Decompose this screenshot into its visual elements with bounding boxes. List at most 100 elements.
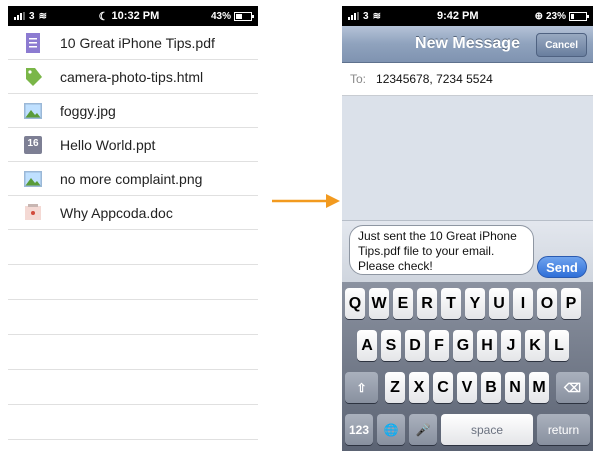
wifi-icon: ≋ (372, 10, 381, 22)
file-list-item[interactable]: Why Appcoda.doc (8, 196, 258, 230)
key-c[interactable]: C (433, 372, 453, 403)
keyboard-row-3: ⇧ ZXCVBNM ⌫ (345, 372, 593, 403)
key-t[interactable]: T (441, 288, 461, 319)
message-line: Please check! (358, 259, 433, 273)
space-key[interactable]: space (441, 414, 533, 445)
carrier-label: 3 (363, 10, 369, 22)
key-l[interactable]: L (549, 330, 569, 361)
signal-indicator: 3 ≋ (14, 11, 47, 22)
doc-file-icon (22, 202, 44, 224)
key-v[interactable]: V (457, 372, 477, 403)
new-message-screen: 3 ≋ 9:42 PM ⊕ 23% New Message Cancel To:… (342, 6, 593, 451)
letter-keys: ZXCVBNM (385, 372, 553, 403)
key-z[interactable]: Z (385, 372, 405, 403)
message-line: Tips.pdf file to your email. (358, 244, 495, 258)
message-line: Just sent the 10 Great iPhone (358, 229, 517, 243)
keyboard-row-1: QWERTYUIOP (345, 288, 585, 319)
key-j[interactable]: J (501, 330, 521, 361)
key-y[interactable]: Y (465, 288, 485, 319)
key-p[interactable]: P (561, 288, 581, 319)
file-list: 10 Great iPhone Tips.pdf camera-photo-tip… (8, 26, 258, 230)
moon-icon: ☾ (98, 10, 109, 23)
empty-row (8, 370, 258, 405)
key-g[interactable]: G (453, 330, 473, 361)
status-bar: 3 ≋ ☾ 10:32 PM 43% (8, 6, 258, 26)
file-list-screen: 3 ≋ ☾ 10:32 PM 43% 10 Great iPhone Tips.… (8, 6, 258, 451)
key-i[interactable]: I (513, 288, 533, 319)
carrier-label: 3 (29, 10, 35, 22)
key-k[interactable]: K (525, 330, 545, 361)
battery-percent: 43% (210, 10, 231, 22)
status-bar: 3 ≋ 9:42 PM ⊕ 23% (342, 6, 593, 26)
empty-row (8, 335, 258, 370)
arrow-head (326, 194, 340, 208)
image-file-icon (22, 100, 44, 122)
file-name: Why Appcoda.doc (60, 204, 173, 221)
key-b[interactable]: B (481, 372, 501, 403)
empty-row (8, 300, 258, 335)
html-tag-icon (22, 66, 44, 88)
status-time: 10:32 PM (111, 10, 160, 22)
key-a[interactable]: A (357, 330, 377, 361)
key-f[interactable]: F (429, 330, 449, 361)
key-e[interactable]: E (393, 288, 413, 319)
calendar-ppt-icon: 16 (22, 134, 44, 156)
empty-row (8, 265, 258, 300)
empty-row (8, 230, 258, 265)
pdf-document-icon (22, 32, 44, 54)
file-name: 10 Great iPhone Tips.pdf (60, 34, 215, 51)
compose-bar: Just sent the 10 Great iPhone Tips.pdf f… (342, 220, 593, 283)
recipients-field[interactable]: To: 12345678, 7234 5524 (342, 63, 593, 96)
to-label: To: (350, 72, 367, 86)
cancel-button[interactable]: Cancel (536, 33, 587, 57)
file-name: Hello World.ppt (60, 136, 156, 153)
key-r[interactable]: R (417, 288, 437, 319)
signal-indicator: 3 ≋ (348, 11, 381, 22)
calendar-badge: 16 (27, 137, 39, 149)
empty-row (8, 405, 258, 440)
keyboard-row-2: ASDFGHJKL (357, 330, 573, 361)
wifi-icon: ≋ (38, 10, 47, 22)
key-h[interactable]: H (477, 330, 497, 361)
status-time: 9:42 PM (436, 10, 479, 22)
delete-key-icon[interactable]: ⌫ (556, 372, 589, 403)
file-name: camera-photo-tips.html (60, 68, 204, 85)
key-w[interactable]: W (369, 288, 389, 319)
key-o[interactable]: O (537, 288, 557, 319)
key-d[interactable]: D (405, 330, 425, 361)
battery-icon (233, 11, 254, 21)
microphone-key-icon[interactable]: 🎤 (409, 414, 437, 445)
arrow-right-icon (272, 194, 340, 208)
rotation-lock-icon: ⊕ (534, 10, 543, 22)
file-list-item[interactable]: 10 Great iPhone Tips.pdf (8, 26, 258, 60)
key-m[interactable]: M (529, 372, 549, 403)
key-x[interactable]: X (409, 372, 429, 403)
signal-bars-icon (14, 12, 25, 20)
return-key[interactable]: return (537, 414, 590, 445)
key-q[interactable]: Q (345, 288, 365, 319)
file-name: foggy.jpg (60, 102, 116, 119)
message-thread-area (342, 96, 593, 220)
key-n[interactable]: N (505, 372, 525, 403)
shift-key-icon[interactable]: ⇧ (345, 372, 378, 403)
file-list-item[interactable]: camera-photo-tips.html (8, 60, 258, 94)
keyboard-row-4: 123 🌐 🎤 space return (345, 414, 593, 445)
key-s[interactable]: S (381, 330, 401, 361)
file-list-item[interactable]: no more complaint.png (8, 162, 258, 196)
keyboard: QWERTYUIOP ASDFGHJKL ⇧ ZXCVBNM ⌫ 123 🌐 🎤… (342, 282, 593, 451)
file-name: no more complaint.png (60, 170, 203, 187)
numbers-key[interactable]: 123 (345, 414, 373, 445)
message-text-field[interactable]: Just sent the 10 Great iPhone Tips.pdf f… (349, 225, 534, 275)
image-file-icon (22, 168, 44, 190)
battery-percent: 23% (545, 10, 566, 22)
signal-bars-icon (348, 12, 359, 20)
key-u[interactable]: U (489, 288, 509, 319)
nav-title: New Message (415, 35, 520, 52)
recipients-value: 12345678, 7234 5524 (376, 72, 493, 86)
navigation-bar: New Message Cancel (342, 26, 593, 63)
file-list-item[interactable]: 16 Hello World.ppt (8, 128, 258, 162)
file-list-item[interactable]: foggy.jpg (8, 94, 258, 128)
battery-icon (569, 11, 589, 21)
globe-key-icon[interactable]: 🌐 (377, 414, 405, 445)
send-button[interactable]: Send (537, 256, 587, 278)
